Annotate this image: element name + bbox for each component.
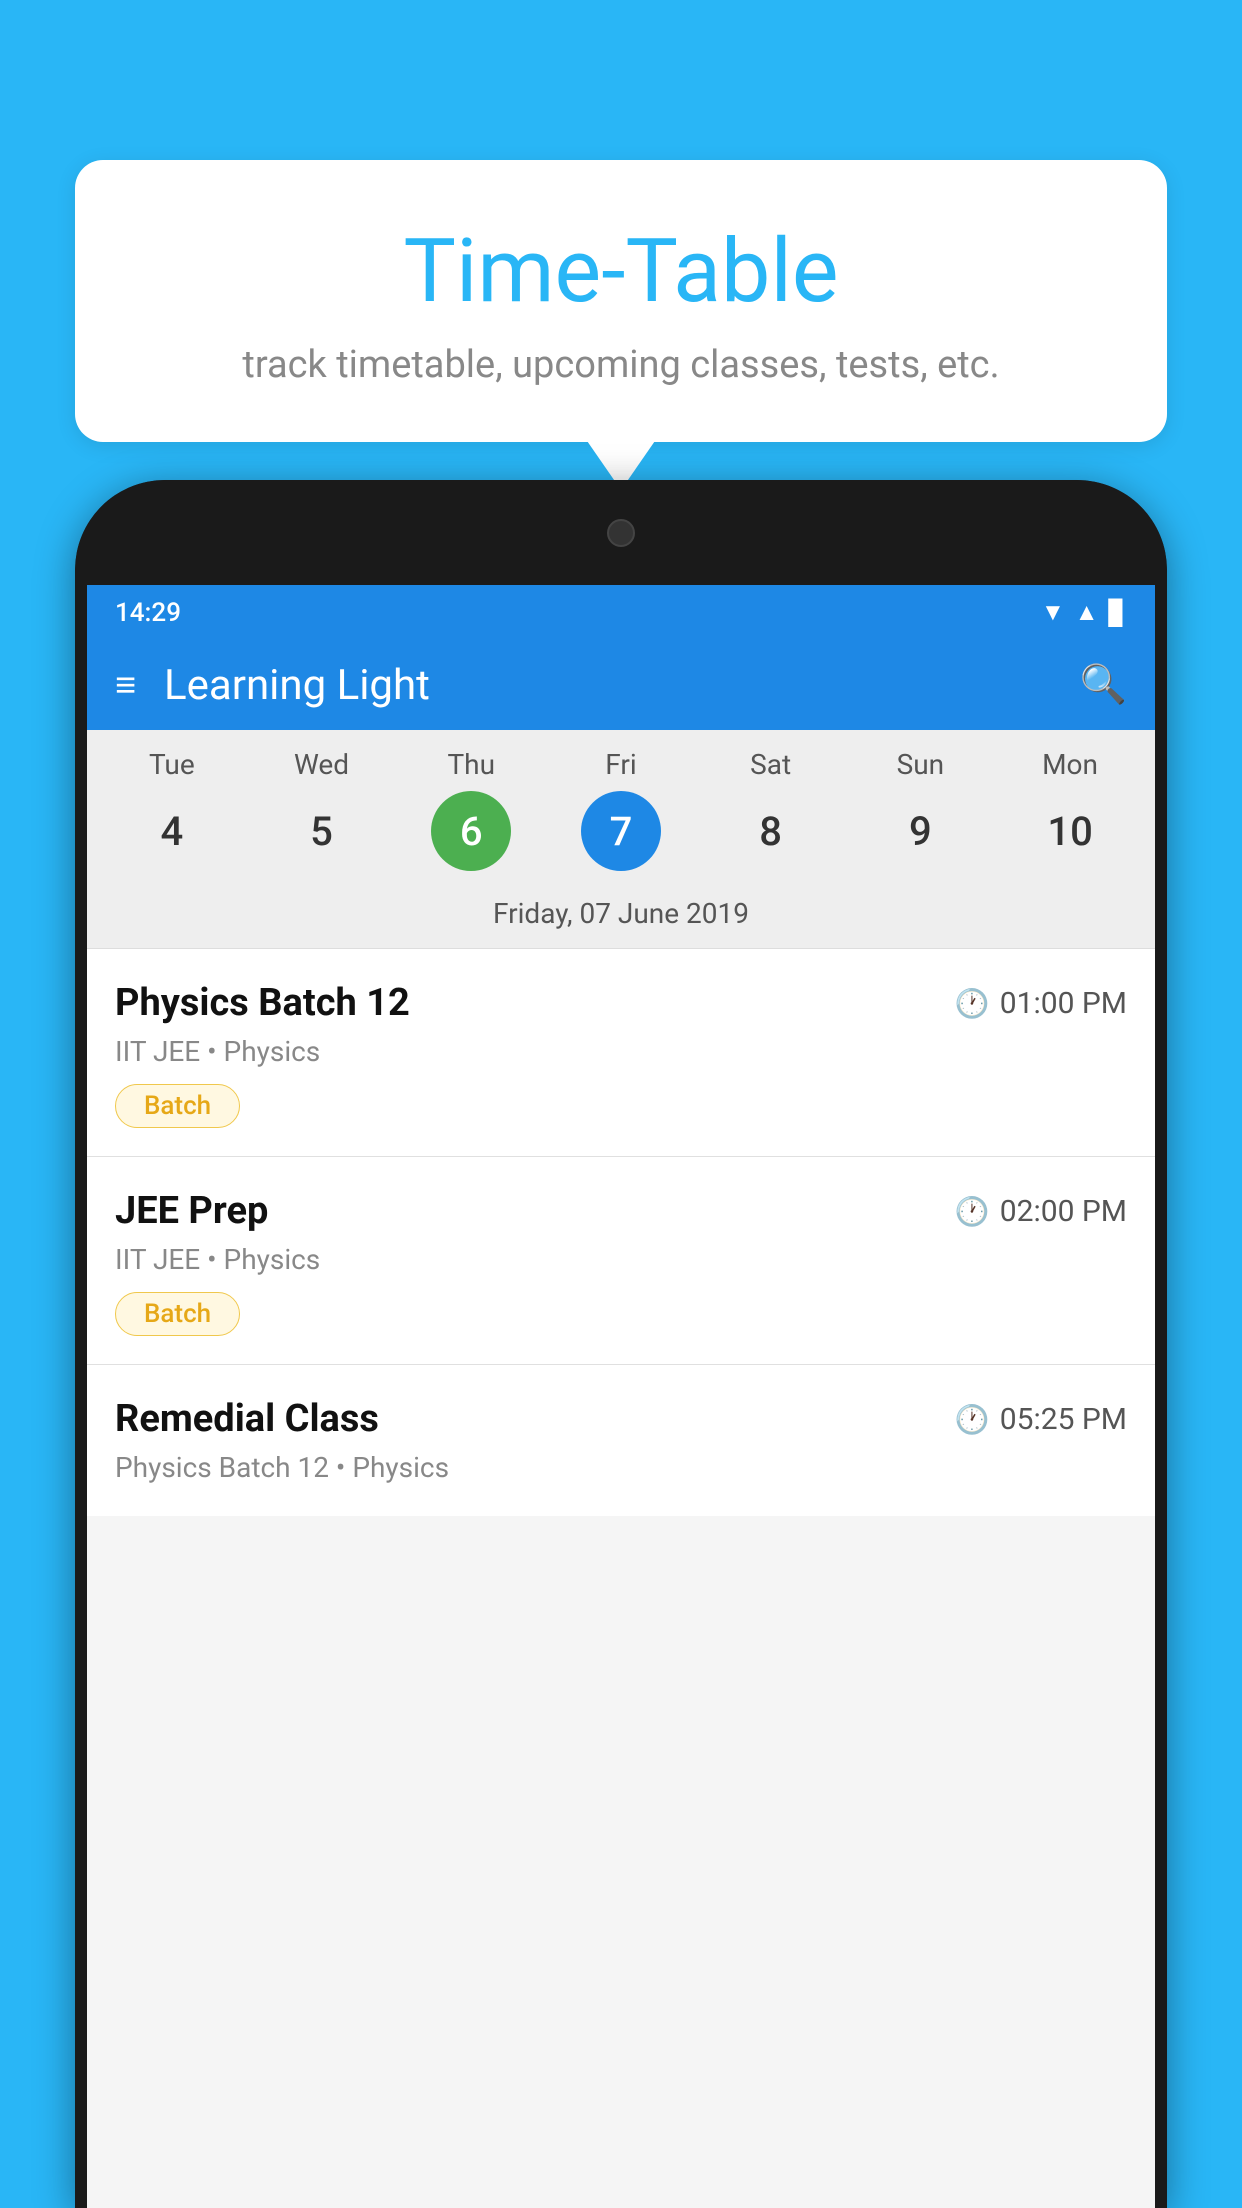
status-time: 14:29	[115, 598, 181, 628]
wifi-icon: ▼	[1041, 598, 1065, 627]
class-time-2: 🕐 02:00 PM	[955, 1194, 1127, 1229]
signal-icon: ▲	[1075, 598, 1099, 627]
selected-date-label: Friday, 07 June 2019	[87, 887, 1155, 949]
class-name-2: JEE Prep	[115, 1189, 268, 1233]
clock-icon-3: 🕐	[955, 1403, 990, 1436]
status-bar: 14:29 ▼ ▲ ▊	[87, 585, 1155, 640]
day-label-tue: Tue	[112, 748, 232, 781]
class-item-1[interactable]: Physics Batch 12 🕐 01:00 PM IIT JEE • Ph…	[87, 949, 1155, 1157]
day-label-sat: Sat	[711, 748, 831, 781]
day-num-10[interactable]: 10	[1030, 791, 1110, 871]
phone-bezel	[75, 480, 1167, 585]
classes-list: Physics Batch 12 🕐 01:00 PM IIT JEE • Ph…	[87, 949, 1155, 1516]
class-name-3: Remedial Class	[115, 1397, 379, 1441]
day-num-9[interactable]: 9	[880, 791, 960, 871]
day-num-5[interactable]: 5	[282, 791, 362, 871]
clock-icon-2: 🕐	[955, 1195, 990, 1228]
class-meta-1: IIT JEE • Physics	[115, 1035, 1127, 1068]
phone-screen: 14:29 ▼ ▲ ▊ ≡ Learning Light 🔍 Tue Wed T…	[87, 585, 1155, 2208]
day-numbers: 4 5 6 7 8 9 10	[87, 791, 1155, 871]
class-time-1: 🕐 01:00 PM	[955, 986, 1127, 1021]
batch-tag-1: Batch	[115, 1084, 240, 1128]
day-headers: Tue Wed Thu Fri Sat Sun Mon	[87, 748, 1155, 781]
class-item-2-top: JEE Prep 🕐 02:00 PM	[115, 1189, 1127, 1233]
batch-tag-2: Batch	[115, 1292, 240, 1336]
class-meta-2: IIT JEE • Physics	[115, 1243, 1127, 1276]
bubble-title: Time-Table	[125, 220, 1117, 323]
day-label-fri: Fri	[561, 748, 681, 781]
class-item-2[interactable]: JEE Prep 🕐 02:00 PM IIT JEE • Physics Ba…	[87, 1157, 1155, 1365]
speech-bubble-card: Time-Table track timetable, upcoming cla…	[75, 160, 1167, 442]
day-num-7[interactable]: 7	[581, 791, 661, 871]
phone-frame: 14:29 ▼ ▲ ▊ ≡ Learning Light 🔍 Tue Wed T…	[75, 480, 1167, 2208]
search-icon[interactable]: 🔍	[1080, 663, 1127, 707]
battery-icon: ▊	[1109, 599, 1127, 627]
phone-camera	[607, 519, 635, 547]
bubble-subtitle: track timetable, upcoming classes, tests…	[125, 343, 1117, 387]
day-num-4[interactable]: 4	[132, 791, 212, 871]
day-label-mon: Mon	[1010, 748, 1130, 781]
day-num-6[interactable]: 6	[431, 791, 511, 871]
day-label-thu: Thu	[411, 748, 531, 781]
app-bar: ≡ Learning Light 🔍	[87, 640, 1155, 730]
day-num-8[interactable]: 8	[731, 791, 811, 871]
calendar-strip: Tue Wed Thu Fri Sat Sun Mon 4 5 6 7 8 9 …	[87, 730, 1155, 949]
class-item-3[interactable]: Remedial Class 🕐 05:25 PM Physics Batch …	[87, 1365, 1155, 1516]
class-item-1-top: Physics Batch 12 🕐 01:00 PM	[115, 981, 1127, 1025]
class-time-3: 🕐 05:25 PM	[955, 1402, 1127, 1437]
hamburger-icon[interactable]: ≡	[115, 664, 136, 706]
app-title: Learning Light	[164, 661, 1052, 710]
day-label-sun: Sun	[860, 748, 980, 781]
status-icons: ▼ ▲ ▊	[1041, 598, 1127, 627]
day-label-wed: Wed	[262, 748, 382, 781]
class-meta-3: Physics Batch 12 • Physics	[115, 1451, 1127, 1484]
class-item-3-top: Remedial Class 🕐 05:25 PM	[115, 1397, 1127, 1441]
class-name-1: Physics Batch 12	[115, 981, 410, 1025]
clock-icon-1: 🕐	[955, 987, 990, 1020]
